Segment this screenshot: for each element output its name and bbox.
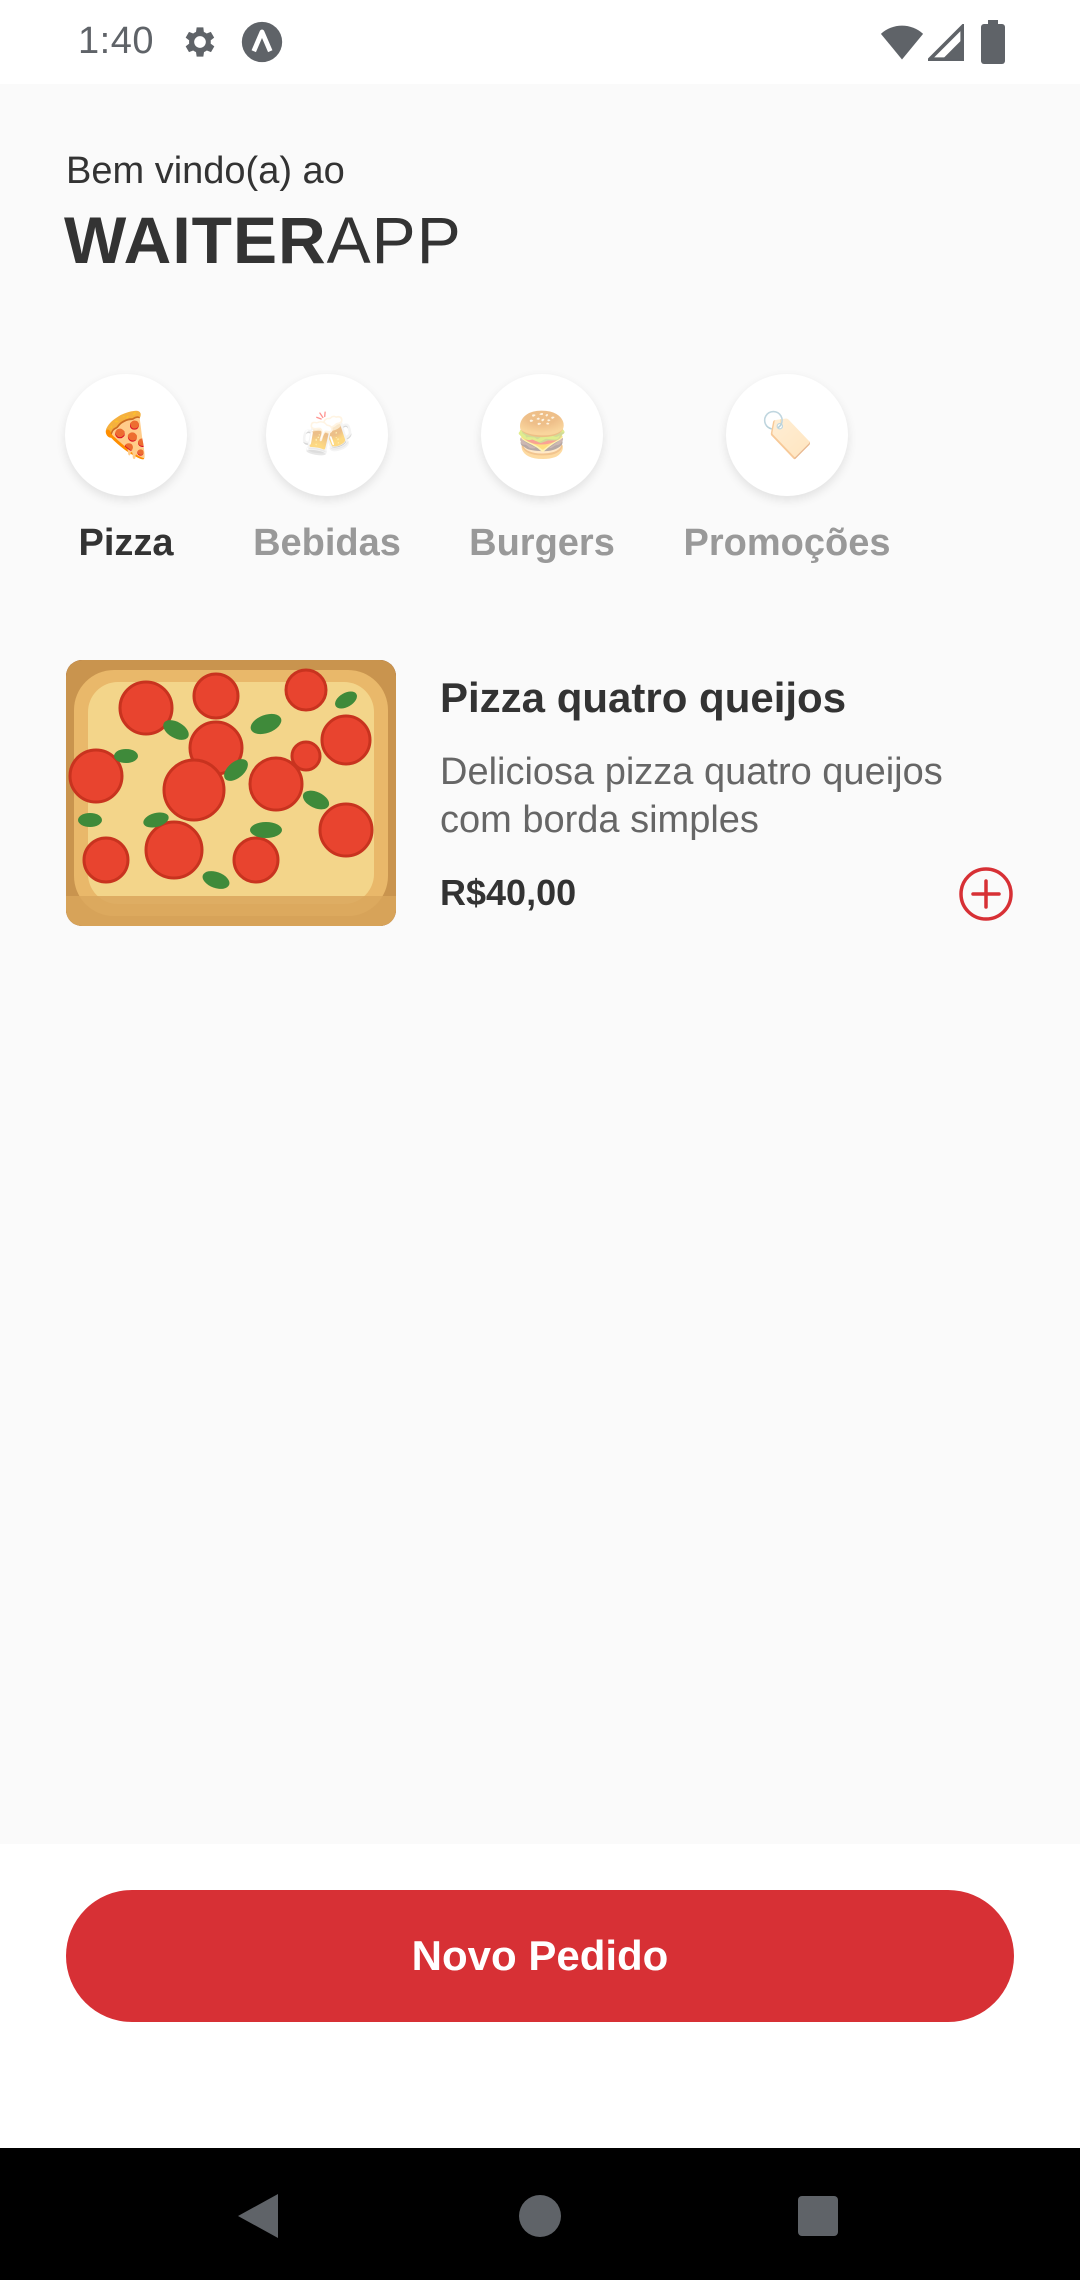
app-screen: 1:40 Bem vindo(a) ao WAITERAPP 🍕 Pizza 🍻… — [0, 0, 1080, 2280]
burger-icon: 🍔 — [481, 374, 603, 496]
category-label: Bebidas — [253, 522, 401, 564]
pizza-icon: 🍕 — [65, 374, 187, 496]
brand-logo-text: WAITERAPP — [64, 202, 462, 278]
plus-circle-icon — [959, 867, 1013, 921]
product-price: R$40,00 — [440, 872, 577, 913]
category-label: Promoções — [683, 522, 891, 564]
home-icon[interactable] — [518, 2194, 562, 2238]
category-pizza[interactable]: 🍕 Pizza — [16, 374, 236, 565]
footer: Novo Pedido — [0, 1844, 1080, 2148]
product-image[interactable] — [66, 660, 396, 926]
navigation-bar — [0, 2148, 1080, 2280]
product-description: Deliciosa pizza quatro queijos com borda… — [440, 751, 943, 841]
wifi-icon — [880, 25, 924, 60]
recents-icon[interactable] — [798, 2196, 838, 2236]
category-bebidas[interactable]: 🍻 Bebidas — [217, 374, 437, 565]
brand-light: APP — [326, 203, 462, 277]
category-promocoes[interactable]: 🏷️ Promoções — [677, 374, 897, 565]
category-label: Burgers — [469, 522, 615, 564]
status-time: 1:40 — [78, 20, 154, 62]
add-to-cart-button[interactable] — [958, 866, 1014, 922]
price-tag-icon: 🏷️ — [726, 374, 848, 496]
status-bar: 1:40 — [0, 0, 1080, 84]
category-label: Pizza — [78, 522, 174, 564]
back-icon[interactable] — [236, 2192, 280, 2240]
new-order-button[interactable]: Novo Pedido — [66, 1890, 1014, 2022]
beer-mugs-icon: 🍻 — [266, 374, 388, 496]
category-burgers[interactable]: 🍔 Burgers — [432, 374, 652, 565]
welcome-text: Bem vindo(a) ao — [66, 150, 345, 192]
battery-icon — [981, 20, 1005, 64]
product-name: Pizza quatro queijos — [440, 674, 847, 721]
a-icon — [241, 21, 283, 63]
brand-bold: WAITER — [64, 203, 327, 277]
signal-icon — [928, 24, 964, 61]
gear-icon — [185, 27, 215, 57]
